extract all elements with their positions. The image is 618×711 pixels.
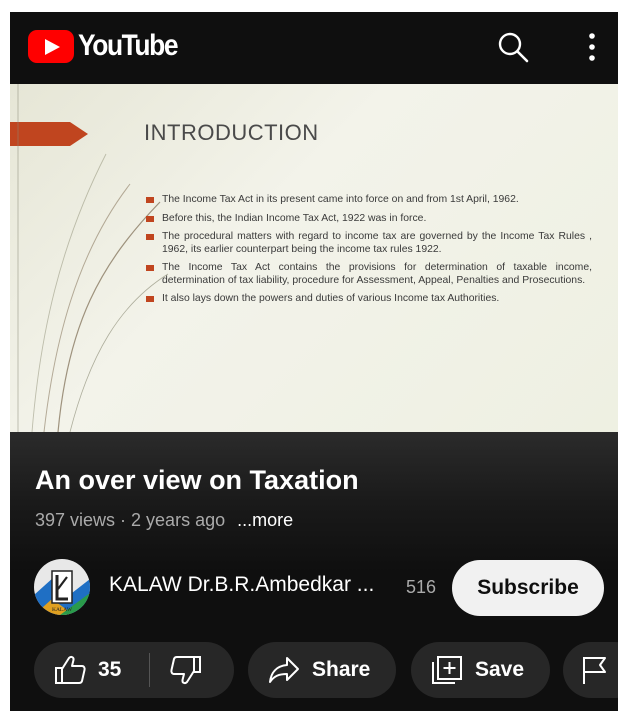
- slide-bullet: The Income Tax Act in its present came i…: [146, 194, 592, 207]
- more-description-link[interactable]: ...more: [237, 510, 293, 530]
- top-bar: YouTube: [10, 12, 618, 84]
- more-options-button[interactable]: [578, 30, 606, 64]
- like-dislike-pill: 35: [34, 642, 234, 698]
- channel-avatar[interactable]: KALAW: [34, 559, 90, 615]
- channel-name[interactable]: KALAW Dr.B.R.Ambedkar ...: [109, 573, 374, 597]
- thumbs-up-icon: [55, 655, 86, 684]
- report-button[interactable]: [563, 642, 618, 698]
- subscriber-count: 516: [406, 577, 437, 597]
- slide-bullet: The procedural matters with regard to in…: [146, 231, 592, 256]
- share-label: Share: [312, 658, 371, 681]
- slide-bullet-list: The Income Tax Act in its present came i…: [146, 194, 592, 312]
- youtube-app: YouTube INTRODUCTION The Income Tax Act …: [10, 12, 618, 711]
- avatar-text: KALAW: [52, 607, 73, 613]
- youtube-play-logo-icon: [28, 29, 74, 63]
- like-count: 35: [98, 658, 122, 681]
- save-button[interactable]: Save: [411, 642, 550, 698]
- channel-row: KALAW KALAW Dr.B.R.Ambedkar ... 516 Subs…: [10, 556, 618, 620]
- slide-bullet: The Income Tax Act contains the provisio…: [146, 262, 592, 287]
- thumbs-down-icon: [170, 656, 201, 685]
- video-title: An over view on Taxation: [35, 465, 359, 495]
- brand-name: YouTube: [78, 29, 179, 62]
- subscribe-button[interactable]: Subscribe: [452, 560, 604, 616]
- video-meta: 397 views · 2 years ago ...more: [35, 510, 293, 531]
- slide-bullet: Before this, the Indian Income Tax Act, …: [146, 213, 592, 226]
- channel-logo-icon: KALAW: [34, 559, 90, 615]
- more-vert-icon: [589, 33, 595, 61]
- search-icon: [498, 32, 529, 63]
- share-button[interactable]: Share: [248, 642, 396, 698]
- slide-bullet: It also lays down the powers and duties …: [146, 293, 592, 306]
- save-playlist-icon: [432, 656, 462, 684]
- save-label: Save: [475, 658, 525, 681]
- view-count-and-age: 397 views · 2 years ago: [35, 510, 226, 530]
- share-icon: [269, 657, 299, 683]
- video-info-panel: An over view on Taxation 397 views · 2 y…: [10, 432, 618, 711]
- youtube-logo[interactable]: YouTube: [28, 29, 191, 63]
- search-button[interactable]: [496, 30, 530, 64]
- flag-icon: [583, 657, 606, 684]
- slide-title: INTRODUCTION: [144, 120, 319, 145]
- like-button[interactable]: 35: [34, 642, 149, 698]
- action-bar: 35 Share Save: [10, 642, 618, 700]
- dislike-button[interactable]: [150, 642, 234, 698]
- video-player[interactable]: INTRODUCTION The Income Tax Act in its p…: [10, 84, 618, 432]
